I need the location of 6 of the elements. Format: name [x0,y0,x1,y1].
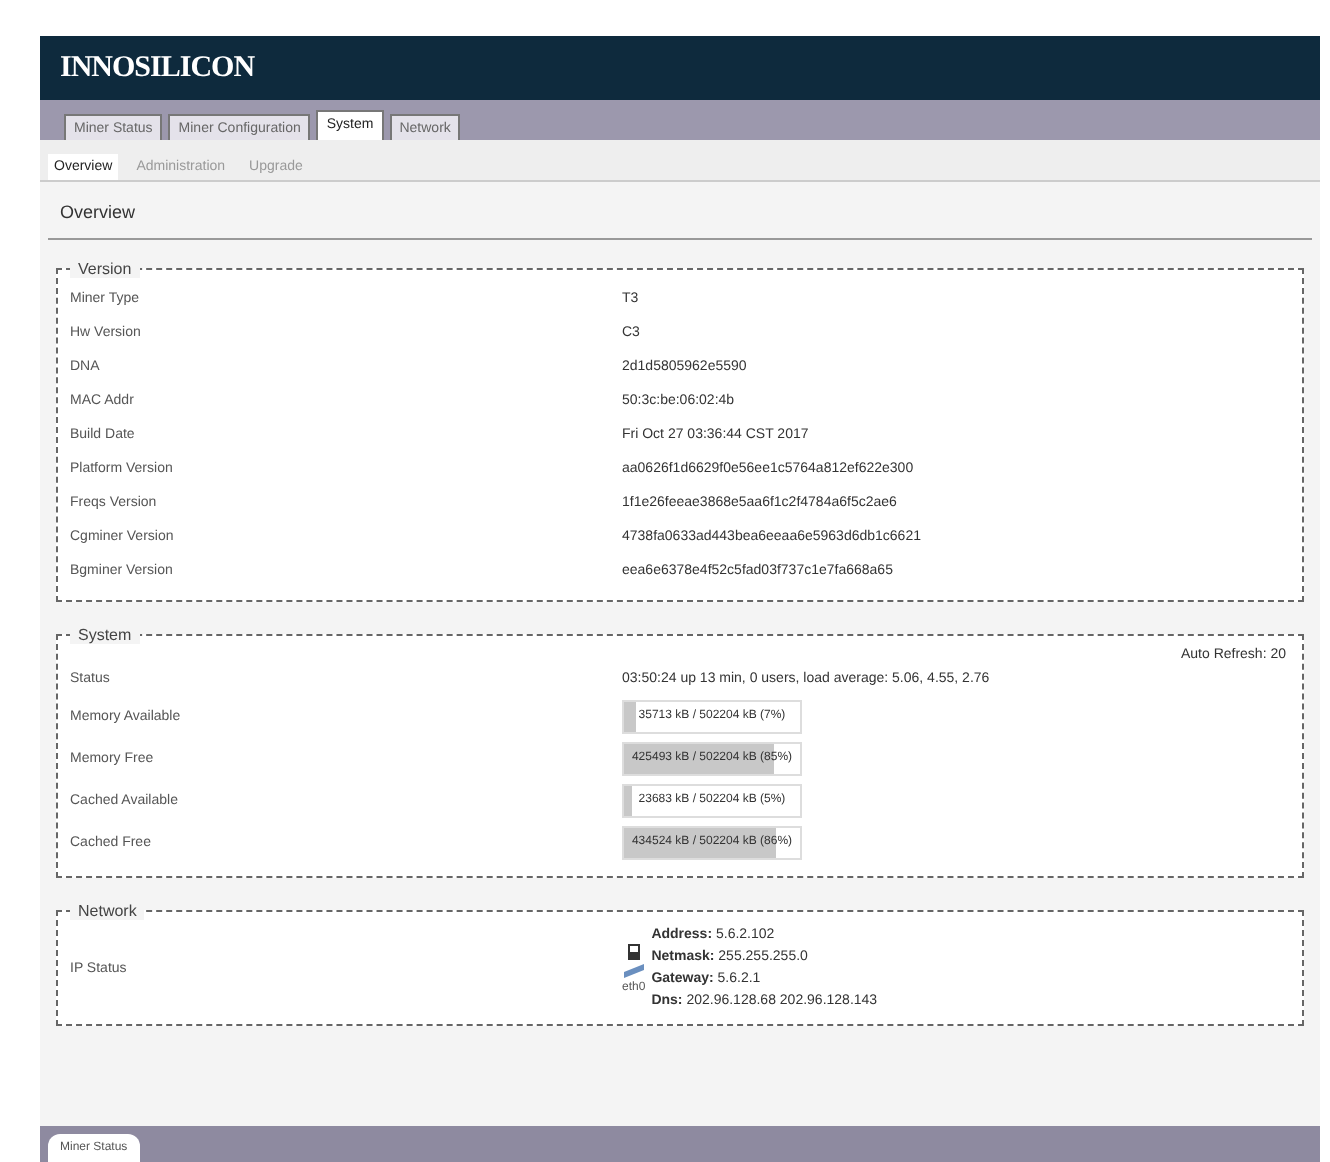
network-port-icon [623,943,644,979]
panel-legend: System [70,626,140,644]
logo: INNOSILICON [60,51,255,85]
panel-legend: Network [70,902,145,920]
page-title: Overview [48,190,1312,240]
panel-legend: Version [70,260,140,278]
